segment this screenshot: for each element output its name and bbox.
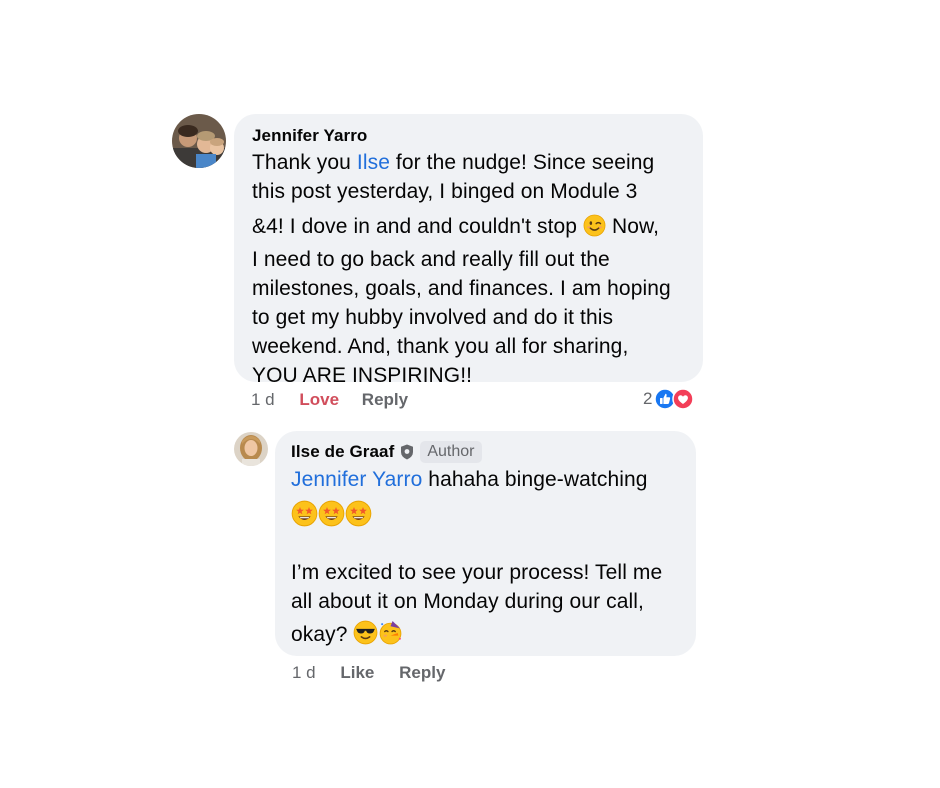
reply-blank-line (291, 534, 682, 558)
comment-line-7: weekend. And, thank you all for sharing, (252, 335, 629, 358)
winking-face-emoji (583, 214, 606, 245)
mention-ilse-link[interactable]: Ilse (357, 151, 390, 174)
comment-line-3: &4! I dove in and and couldn't stop Now, (252, 212, 687, 245)
avatar-ilse[interactable] (234, 432, 268, 466)
comment-line-8: YOU ARE INSPIRING!! (252, 364, 473, 387)
shield-icon (400, 444, 414, 460)
star-struck-emoji (291, 500, 318, 535)
reaction-count: 2 (643, 389, 653, 408)
author-badge: Author (420, 441, 482, 463)
reply-text: Jennifer Yarro hahaha binge-watching I’m… (291, 465, 682, 653)
comment-line-1: Thank you Ilse for the nudge! Since seei… (252, 151, 655, 174)
comment-timestamp[interactable]: 1 d (251, 390, 275, 410)
reply-bubble: Ilse de Graaf Author Jennifer Yarro haha… (275, 431, 696, 656)
heart-icon (672, 388, 695, 410)
star-struck-emoji (318, 500, 345, 535)
reply-button[interactable]: Reply (362, 390, 408, 410)
reply-timestamp[interactable]: 1 d (292, 663, 316, 683)
comment-line-4: I need to go back and really fill out th… (252, 248, 610, 271)
reply-actions: 1 d Like Reply (292, 663, 445, 683)
reply-line-1: Jennifer Yarro hahaha binge-watching (291, 468, 648, 491)
star-struck-emoji (345, 500, 372, 535)
comment-line-2: this post yesterday, I binged on Module … (252, 180, 638, 203)
reaction-summary[interactable]: 2 (643, 388, 695, 410)
comment-author-name[interactable]: Jennifer Yarro (252, 126, 367, 146)
like-button[interactable]: Like (340, 663, 374, 683)
reply-author-name[interactable]: Ilse de Graaf (291, 442, 394, 462)
avatar-jennifer[interactable] (172, 114, 226, 168)
love-button[interactable]: Love (299, 390, 339, 410)
reply-line-4: all about it on Monday during our call, (291, 590, 644, 613)
reply-header: Ilse de Graaf Author (291, 441, 682, 463)
reply-reply-button[interactable]: Reply (399, 663, 445, 683)
reply-line-5: okay? (291, 620, 682, 653)
comment-bubble: Jennifer Yarro Thank you Ilse for the nu… (234, 114, 703, 387)
reply-emoji-row (291, 494, 682, 534)
mention-jennifer-link[interactable]: Jennifer Yarro (291, 468, 422, 491)
comment-text: Thank you Ilse for the nudge! Since seei… (252, 148, 687, 390)
comment-line-6: to get my hubby involved and do it this (252, 306, 614, 329)
partying-face-emoji (378, 620, 403, 653)
sunglasses-emoji (353, 620, 378, 653)
comment-actions: 1 d Love Reply (251, 390, 408, 410)
comment-line-5: milestones, goals, and finances. I am ho… (252, 277, 671, 300)
reply-line-3: I’m excited to see your process! Tell me (291, 561, 663, 584)
